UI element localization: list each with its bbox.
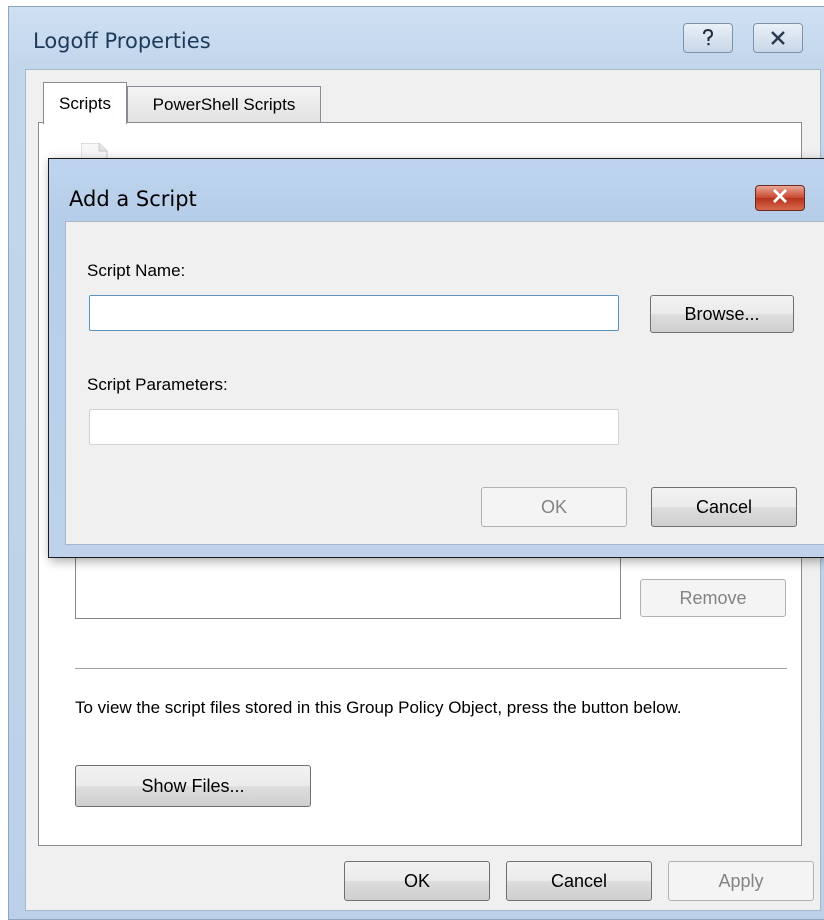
close-button[interactable] [753, 23, 803, 53]
help-button[interactable] [683, 23, 733, 53]
script-name-label: Script Name: [87, 261, 186, 280]
close-icon [772, 188, 788, 208]
add-script-dialog: Add a Script Script Name: Browse... Scri… [48, 158, 824, 558]
browse-button[interactable]: Browse... [650, 295, 794, 333]
dialog-title: Add a Script [69, 187, 197, 211]
separator [75, 668, 787, 669]
help-icon [701, 29, 715, 47]
tab-scripts[interactable]: Scripts [43, 82, 127, 124]
cancel-button[interactable]: Cancel [506, 861, 652, 901]
dialog-close-button[interactable] [755, 185, 805, 211]
dialog-cancel-button[interactable]: Cancel [651, 487, 797, 527]
show-files-button[interactable]: Show Files... [75, 765, 311, 807]
script-name-input[interactable] [89, 295, 619, 331]
window-title: Logoff Properties [33, 29, 211, 53]
show-files-description: To view the script files stored in this … [75, 698, 682, 717]
dialog-ok-button[interactable]: OK [481, 487, 627, 527]
script-parameters-label: Script Parameters: [87, 375, 228, 394]
script-parameters-input[interactable] [89, 409, 619, 445]
remove-button[interactable]: Remove [640, 579, 786, 617]
ok-button[interactable]: OK [344, 861, 490, 901]
apply-button[interactable]: Apply [668, 861, 814, 901]
close-icon [770, 31, 786, 45]
tab-powershell-scripts[interactable]: PowerShell Scripts [127, 86, 321, 122]
